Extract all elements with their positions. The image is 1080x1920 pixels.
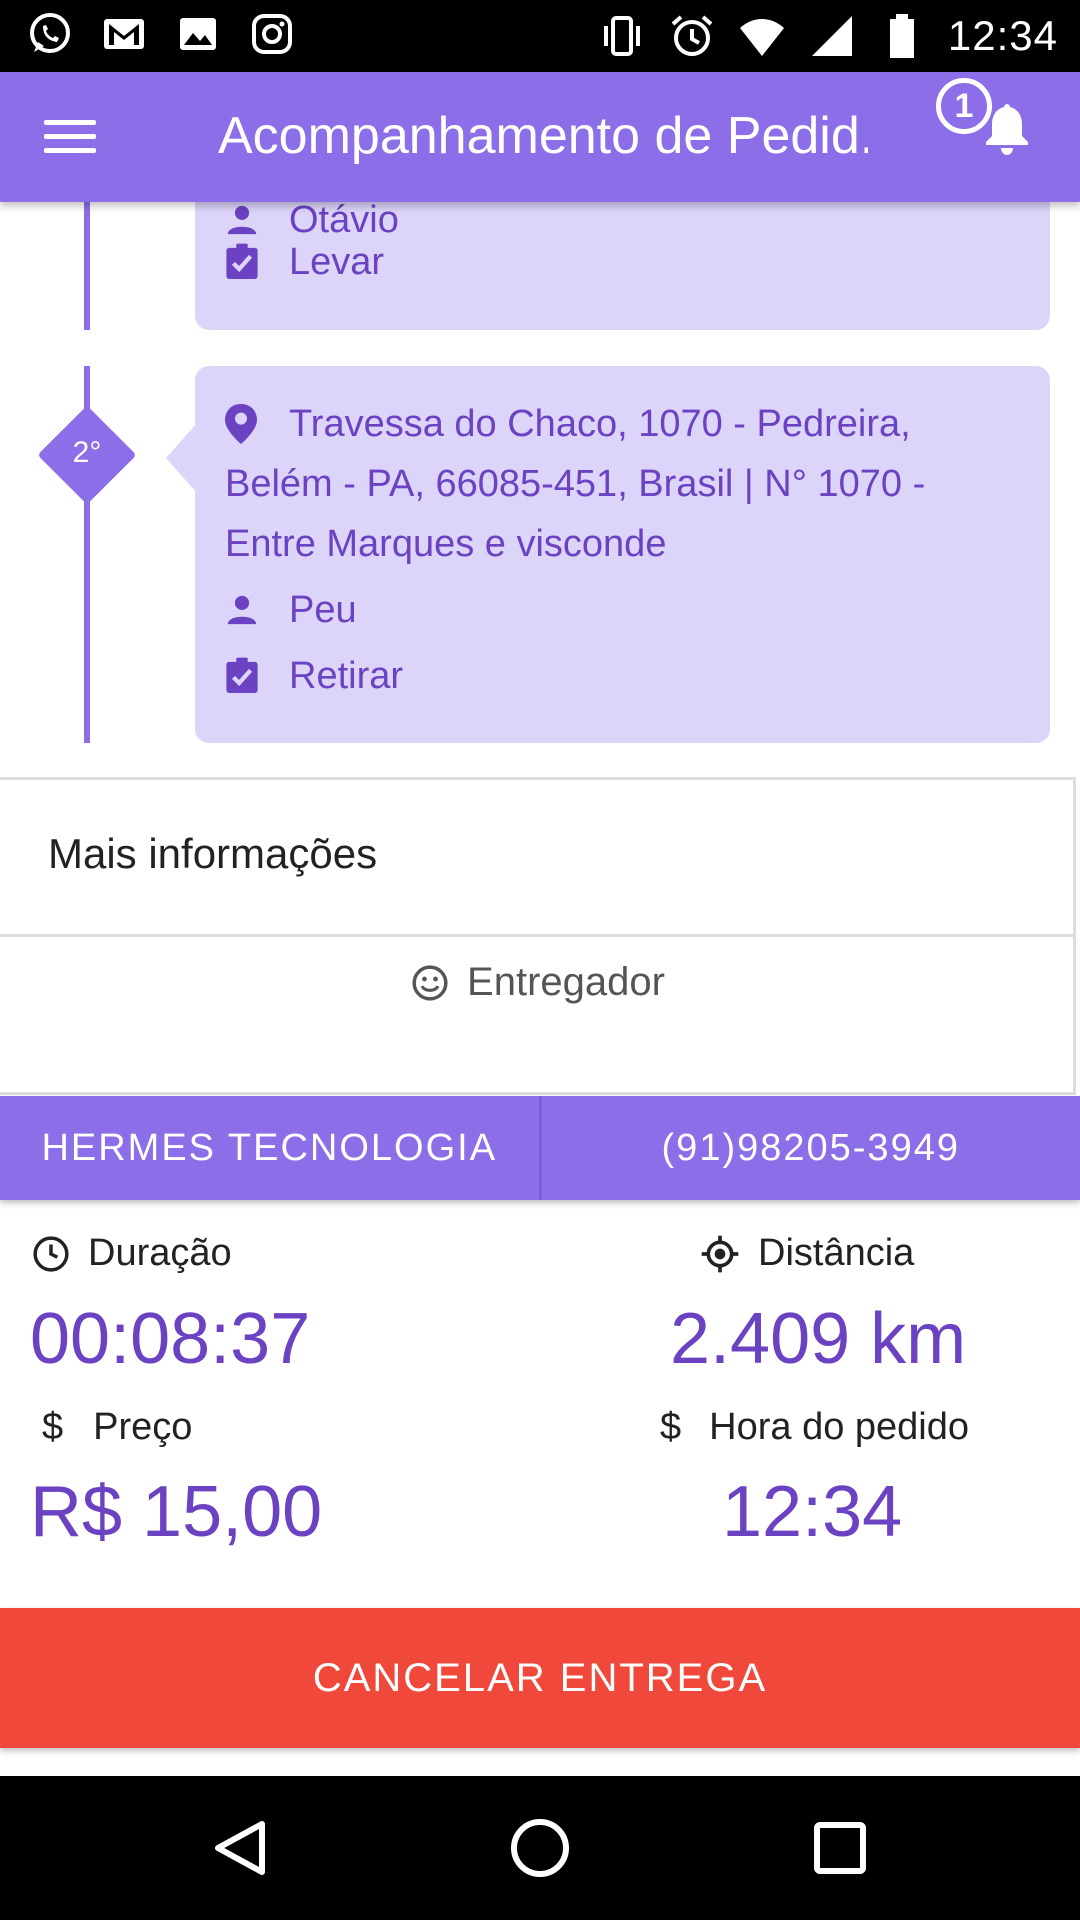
clock: 12:34 xyxy=(947,12,1058,59)
distance-label: Distância xyxy=(758,1232,915,1274)
price-value: R$ 15,00 xyxy=(30,1472,323,1552)
phone-button[interactable]: (91)98205-3949 xyxy=(541,1096,1080,1200)
duration-value: 00:08:37 xyxy=(30,1299,311,1379)
back-button[interactable] xyxy=(204,1812,276,1884)
wifi-icon xyxy=(739,19,784,56)
cancel-delivery-button[interactable]: CANCELAR ENTREGA xyxy=(0,1608,1080,1748)
stop-action: Retirar xyxy=(289,655,404,697)
notification-badge: 1 xyxy=(936,78,992,134)
stop-contact-row: Peu xyxy=(225,580,357,640)
clipboard-check-icon xyxy=(225,232,269,292)
home-button[interactable] xyxy=(504,1812,576,1884)
clock-icon xyxy=(32,1235,70,1273)
whatsapp-icon xyxy=(30,13,70,53)
stop-address-row: Travessa do Chaco, 1070 - Pedreira, Belé… xyxy=(225,394,1025,574)
recents-button[interactable] xyxy=(804,1812,876,1884)
timeline-line xyxy=(84,202,90,330)
person-icon xyxy=(225,580,269,640)
smiley-icon xyxy=(412,964,448,1001)
stop-action-row: Levar xyxy=(225,232,384,292)
recents-square-icon xyxy=(814,1822,866,1874)
duration-stat: Duração xyxy=(32,1232,232,1275)
order-time-label: Hora do pedido xyxy=(709,1406,969,1448)
battery-icon xyxy=(889,14,914,58)
home-circle-icon xyxy=(511,1819,569,1877)
contact-buttons: HERMES TECNOLOGIA (91)98205-3949 xyxy=(0,1096,1080,1200)
stop-action-row: Retirar xyxy=(225,646,403,706)
page-title: Acompanhamento de Pedid.. xyxy=(218,107,868,165)
gps-target-icon xyxy=(700,1234,740,1274)
order-time-stat: $ Hora do pedido xyxy=(660,1406,969,1449)
status-bar: 12:34 xyxy=(0,0,1080,72)
order-time-value: 12:34 xyxy=(722,1472,903,1552)
more-info-section: Mais informações Entregador xyxy=(0,777,1076,1095)
menu-icon[interactable] xyxy=(40,112,100,162)
alarm-icon xyxy=(671,15,713,56)
card-pointer xyxy=(166,422,198,494)
more-info-title: Mais informações xyxy=(48,830,378,877)
clipboard-check-icon xyxy=(225,646,269,706)
vibrate-icon xyxy=(603,16,640,56)
courier-row[interactable]: Entregador xyxy=(0,960,1076,1005)
app-bar: Acompanhamento de Pedid.. xyxy=(0,72,1080,202)
distance-stat: Distância xyxy=(700,1232,914,1275)
signal-icon xyxy=(811,16,852,56)
dollar-icon: $ xyxy=(660,1406,682,1448)
company-button[interactable]: HERMES TECNOLOGIA xyxy=(0,1096,539,1200)
distance-value: 2.409 km xyxy=(670,1299,967,1379)
location-pin-icon xyxy=(225,394,269,454)
divider xyxy=(0,934,1076,937)
back-triangle-icon xyxy=(215,1821,265,1875)
dollar-icon: $ xyxy=(42,1406,64,1448)
instagram-icon xyxy=(252,14,292,54)
system-nav-bar xyxy=(0,1776,1080,1920)
step-number: 2° xyxy=(72,436,102,469)
duration-label: Duração xyxy=(88,1232,232,1274)
stop-contact-name: Peu xyxy=(289,589,357,631)
stop-action: Levar xyxy=(289,241,385,283)
price-label: Preço xyxy=(93,1406,193,1448)
image-icon xyxy=(180,18,216,50)
gmail-icon xyxy=(104,19,144,49)
courier-label: Entregador xyxy=(467,960,665,1004)
price-stat: $ Preço xyxy=(42,1406,192,1449)
stop-card-2: Travessa do Chaco, 1070 - Pedreira, Belé… xyxy=(195,366,1050,743)
stop-address: Travessa do Chaco, 1070 - Pedreira, Belé… xyxy=(225,403,926,565)
